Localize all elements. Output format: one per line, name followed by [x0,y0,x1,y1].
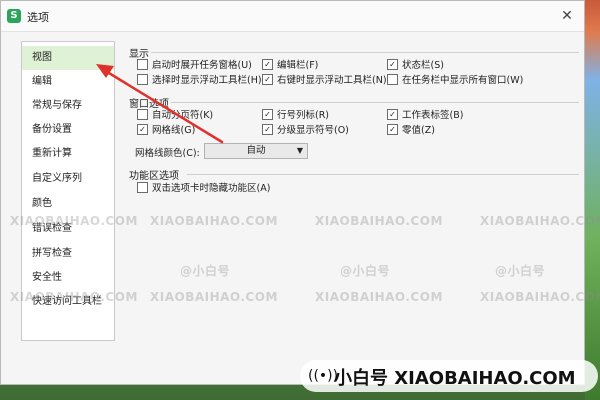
annotation-arrow [96,64,224,144]
